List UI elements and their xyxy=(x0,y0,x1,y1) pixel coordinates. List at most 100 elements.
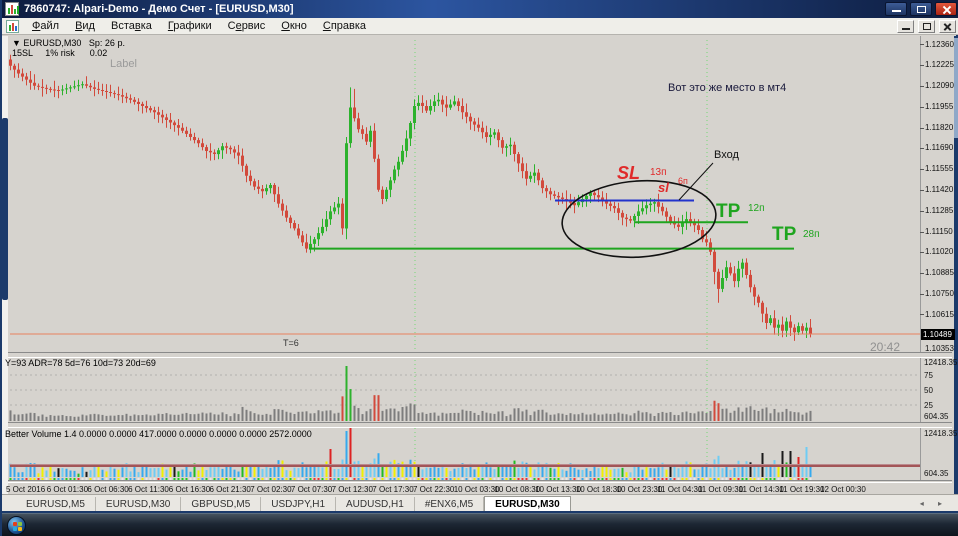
price-axis-tick xyxy=(920,273,924,274)
note-text[interactable]: Вот это же место в мт4 xyxy=(668,82,786,94)
price-axis-label: 1.12360 xyxy=(925,40,954,49)
time-axis-label: 10 Oct 08:30 xyxy=(494,485,540,494)
close-button[interactable] xyxy=(935,2,957,16)
indicator-scale-label: 12418.35 xyxy=(924,429,957,438)
child-restore-button[interactable] xyxy=(918,20,935,33)
indicator-scale-label: 25 xyxy=(924,401,933,410)
mt4-app-icon xyxy=(5,2,19,16)
time-axis-label: 10 Oct 03:30 xyxy=(454,485,500,494)
price-axis-tick xyxy=(920,294,924,295)
price-chart-canvas[interactable] xyxy=(2,0,958,536)
child-window-controls xyxy=(896,20,956,33)
price-axis-tick xyxy=(920,232,924,233)
chart-window-icon[interactable] xyxy=(6,20,19,33)
taskbar: W alpari EN ? ▲ ✓ 0:39 xyxy=(2,513,958,536)
price-axis-tick xyxy=(920,169,924,170)
better-volume-label: Better Volume 1.4 0.0000 0.0000 417.0000… xyxy=(5,429,312,439)
indicator-scale-label: 604.35 xyxy=(924,412,948,421)
takeprofit-far-annotation[interactable]: TP xyxy=(772,224,796,246)
menu-item[interactable]: Сервис xyxy=(220,18,274,35)
time-axis-label: 7 Oct 07:30 xyxy=(291,485,332,494)
time-axis-label: 7 Oct 02:30 xyxy=(250,485,291,494)
price-axis-tick xyxy=(920,252,924,253)
current-price-badge: 1.10489 xyxy=(921,329,955,340)
menu-item[interactable]: Файл xyxy=(24,18,67,35)
chart-tab[interactable]: EURUSD,M30 xyxy=(484,496,570,512)
indicator-scale-label: 12418.35 xyxy=(924,358,957,367)
price-axis-tick xyxy=(920,107,924,108)
price-axis-label: 1.10750 xyxy=(925,289,954,298)
risk-info-line: 15SL 1% risk 0.02 xyxy=(12,48,107,58)
time-axis-label: 10 Oct 13:30 xyxy=(535,485,581,494)
price-axis-label: 1.10885 xyxy=(925,268,954,277)
price-axis-tick xyxy=(920,44,924,45)
price-axis-tick xyxy=(920,148,924,149)
time-axis-label: 11 Oct 14:30 xyxy=(739,485,784,494)
entry-label[interactable]: Вход xyxy=(714,149,739,161)
menu-item[interactable]: Вставка xyxy=(103,18,160,35)
symbol-info-line: ▼ EURUSD,M30 Sp: 26 p. xyxy=(12,38,125,48)
price-axis-tick xyxy=(920,314,924,315)
time-axis-label: 6 Oct 01:30 xyxy=(47,485,88,494)
title-bar[interactable]: 7860747: Alpari-Demo - Демо Счет - [EURU… xyxy=(2,0,958,18)
price-axis-label: 1.11285 xyxy=(925,206,953,215)
chart-tab-bar: EURUSD,M5EURUSD,M30GBPUSD,M5USDJPY,H1AUD… xyxy=(2,494,958,511)
chart-tabs: EURUSD,M5EURUSD,M30GBPUSD,M5USDJPY,H1AUD… xyxy=(16,496,571,512)
price-axis-tick xyxy=(920,86,924,87)
child-close-button[interactable] xyxy=(939,20,956,33)
panel-splitter-2[interactable] xyxy=(2,422,952,428)
minimize-button[interactable] xyxy=(885,2,907,16)
time-axis-label: 6 Oct 21:30 xyxy=(210,485,251,494)
time-axis-label: 11 Oct 19:30 xyxy=(779,485,824,494)
maximize-button[interactable] xyxy=(910,2,932,16)
time-axis-label: 7 Oct 12:30 xyxy=(332,485,373,494)
takeprofit-near-annotation[interactable]: TP xyxy=(716,201,740,223)
price-axis-label: 1.11690 xyxy=(925,143,953,152)
t-counter-label: T=6 xyxy=(283,338,299,348)
left-scrollbar-thumb[interactable] xyxy=(2,118,8,300)
indicator-scale-label: 604.35 xyxy=(924,469,948,478)
time-axis-label: 6 Oct 06:30 xyxy=(87,485,128,494)
price-axis-tick xyxy=(920,128,924,129)
time-axis-label: 12 Oct 00:30 xyxy=(820,485,866,494)
price-axis-label: 1.12225 xyxy=(925,60,954,69)
time-axis-label: 6 Oct 16:30 xyxy=(169,485,210,494)
start-button[interactable] xyxy=(7,516,26,535)
price-axis-divider xyxy=(920,36,921,483)
menu-item[interactable]: Вид xyxy=(67,18,103,35)
menu-items: ФайлВидВставкаГрафикиСервисОкноСправка xyxy=(24,18,374,35)
time-axis-label: 5 Oct 2016 xyxy=(6,485,45,494)
breakeven-pips-label: 6п xyxy=(678,176,688,186)
price-axis-label: 1.10615 xyxy=(925,310,954,319)
panel-splitter-3[interactable] xyxy=(2,480,952,483)
window-title: 7860747: Alpari-Demo - Демо Счет - [EURU… xyxy=(24,0,294,18)
indicator-scale-label: 50 xyxy=(924,386,933,395)
adr-indicator-label: Y=93 ADR=78 5d=76 10d=73 20d=69 xyxy=(5,358,156,368)
time-axis-label: 11 Oct 09:30 xyxy=(698,485,743,494)
menu-item[interactable]: Окно xyxy=(273,18,315,35)
floor-price-label: 1.10353 xyxy=(925,344,954,353)
stoploss-annotation[interactable]: SL xyxy=(617,163,640,184)
time-axis-label: 11 Oct 04:30 xyxy=(657,485,702,494)
menu-item[interactable]: Справка xyxy=(315,18,374,35)
time-axis-label: 7 Oct 17:30 xyxy=(372,485,413,494)
price-axis-label: 1.11420 xyxy=(925,185,953,194)
time-axis-label: 10 Oct 18:30 xyxy=(576,485,622,494)
price-axis-tick xyxy=(920,65,924,66)
price-axis-label: 1.11150 xyxy=(925,227,953,236)
chart-object-label[interactable]: Label xyxy=(110,58,137,70)
tab-scroll-arrows[interactable]: ◂ ▸ xyxy=(920,499,948,508)
time-axis-label: 7 Oct 22:30 xyxy=(413,485,454,494)
right-scrollbar-thumb[interactable] xyxy=(954,38,958,138)
price-axis-label: 1.11020 xyxy=(925,247,953,256)
menu-bar: ФайлВидВставкаГрафикиСервисОкноСправка xyxy=(2,18,958,35)
menu-item[interactable]: Графики xyxy=(160,18,220,35)
price-axis-label: 1.12090 xyxy=(925,81,954,90)
price-axis-tick xyxy=(920,190,924,191)
price-axis-label: 1.11955 xyxy=(925,102,953,111)
windows-flag-icon xyxy=(13,522,22,531)
child-minimize-button[interactable] xyxy=(897,20,914,33)
breakeven-annotation[interactable]: sl xyxy=(658,180,669,195)
stoploss-pips-label: 13п xyxy=(650,167,667,178)
price-axis-tick xyxy=(920,211,924,212)
